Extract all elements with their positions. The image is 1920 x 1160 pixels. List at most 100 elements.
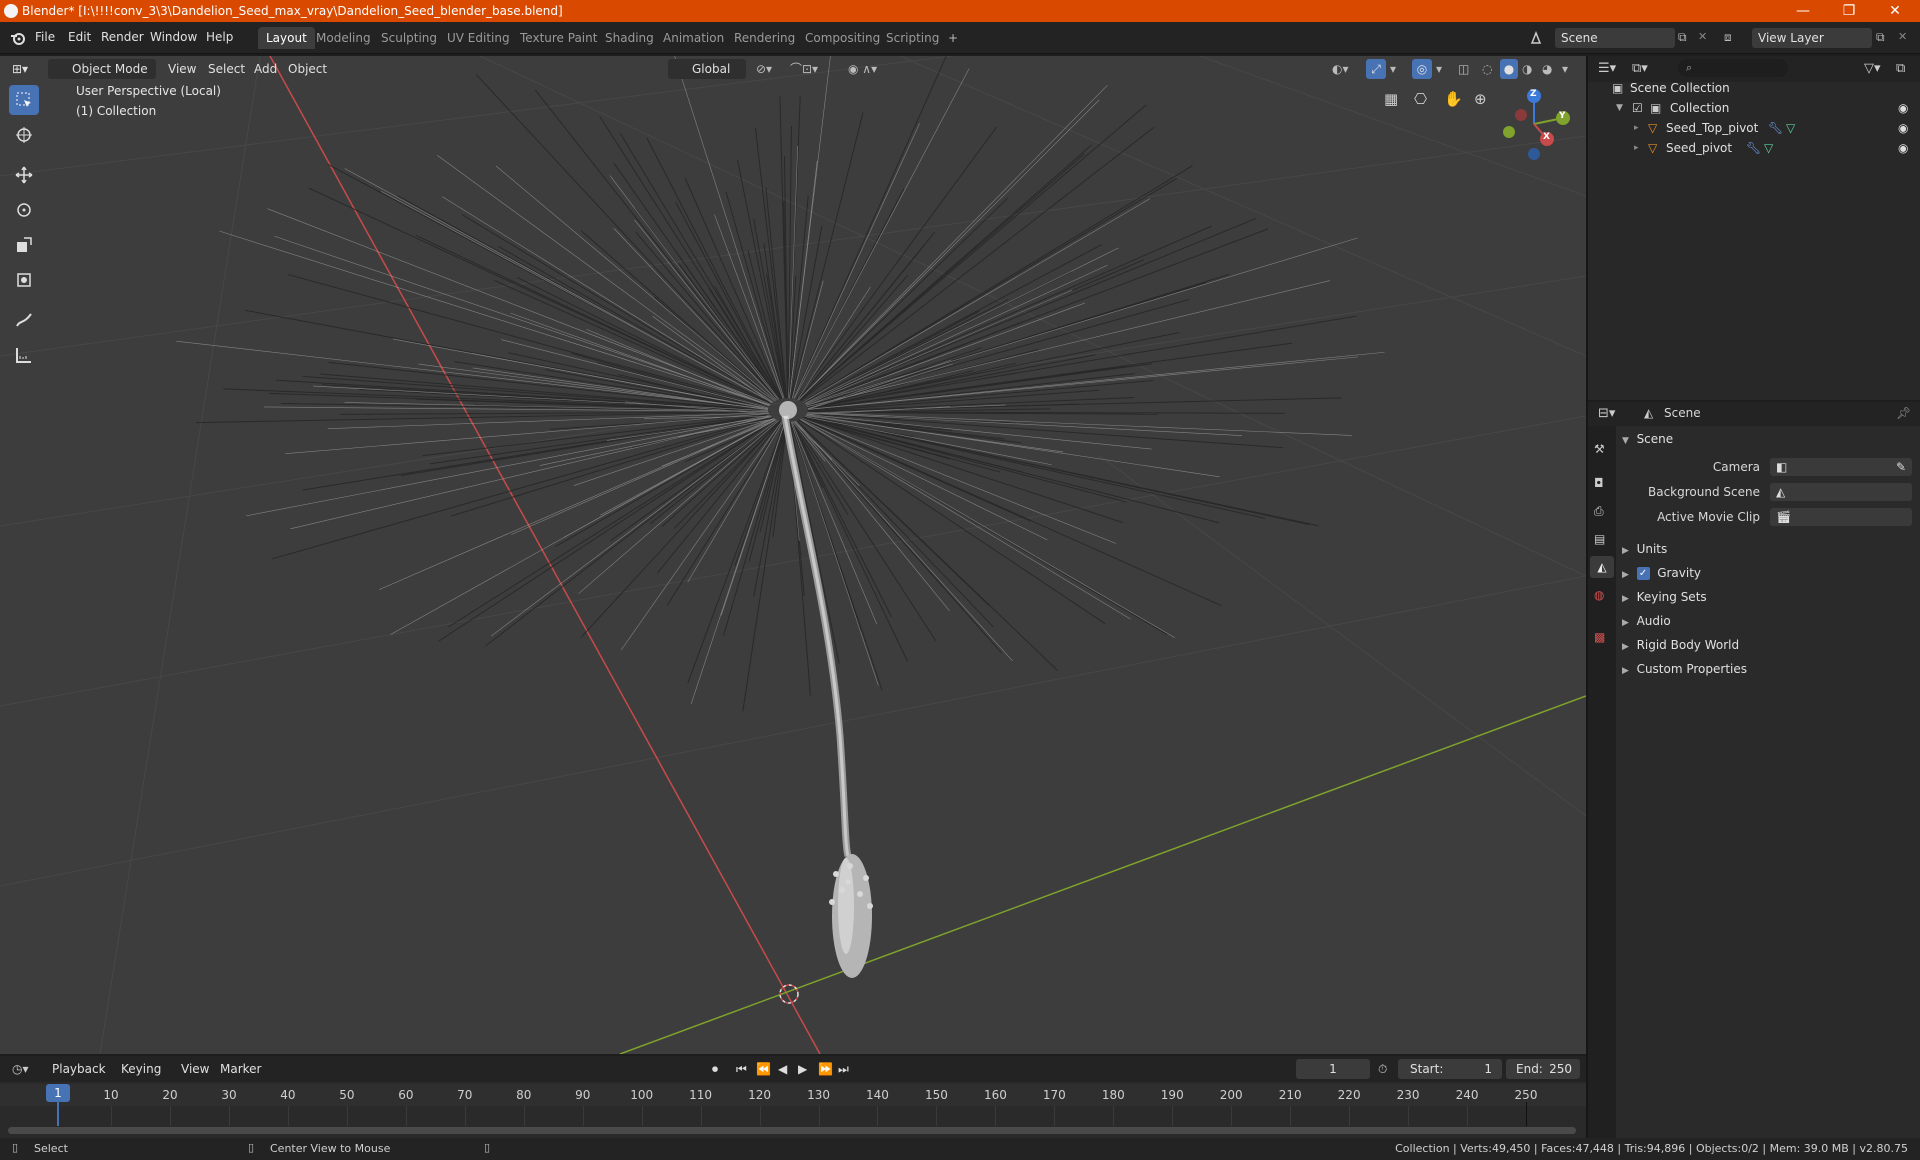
pin-icon[interactable]: 📌︎ <box>1896 406 1911 420</box>
overlays-dropdown-icon[interactable]: ▾ <box>1436 59 1442 79</box>
seed-top-visibility-icon[interactable]: ◉ <box>1898 118 1908 138</box>
outliner-search-input[interactable] <box>1678 59 1788 77</box>
viewport-menu-view[interactable]: View <box>168 59 196 79</box>
material-shading-icon[interactable]: ◑ <box>1522 59 1532 79</box>
menu-help[interactable]: Help <box>206 30 233 44</box>
menu-edit[interactable]: Edit <box>68 30 91 44</box>
seed-expand-icon[interactable]: ▸ <box>1634 138 1639 158</box>
tab-compositing[interactable]: Compositing <box>797 27 888 49</box>
proportional-edit-icon[interactable]: ◉ ∧▾ <box>848 59 877 79</box>
seed-top-expand-icon[interactable]: ▸ <box>1634 118 1639 138</box>
annotate-tool[interactable] <box>9 305 39 335</box>
view-layer-icon[interactable]: ⧈ <box>1724 30 1732 45</box>
menu-file[interactable]: File <box>35 30 55 44</box>
camera-field[interactable] <box>1770 458 1912 476</box>
outliner-seed-top-pivot[interactable]: Seed_Top_pivot <box>1666 118 1758 138</box>
display-mode-icon[interactable]: ⧉▾ <box>1632 61 1648 76</box>
outliner-editor-icon[interactable]: ☰▾ <box>1598 61 1616 76</box>
collection-expand-icon[interactable]: ▼ <box>1616 98 1623 118</box>
scene-panel-toggle[interactable]: ▼ Scene <box>1622 428 1673 450</box>
rotate-tool[interactable] <box>9 195 39 225</box>
seed-visibility-icon[interactable]: ◉ <box>1898 138 1908 158</box>
output-tab-icon[interactable]: ⎙ <box>1594 504 1604 519</box>
xray-icon[interactable]: ◫ <box>1458 59 1469 79</box>
tab-sculpting[interactable]: Sculpting <box>373 27 445 49</box>
tab-modeling[interactable]: Modeling <box>308 27 379 49</box>
scale-tool[interactable] <box>9 230 39 260</box>
start-frame-field[interactable]: Start: 1 <box>1398 1059 1502 1079</box>
end-frame-field[interactable]: End: 250 <box>1506 1059 1580 1079</box>
new-view-layer-icon[interactable]: ⧉ <box>1876 30 1885 45</box>
view-layer-tab-icon[interactable]: ▤ <box>1594 532 1605 546</box>
camera-view-icon[interactable]: ⎔ <box>1414 90 1427 108</box>
texture-tab-icon[interactable]: ▩ <box>1594 630 1605 644</box>
axis-gizmo[interactable]: Z Y X <box>1494 84 1574 164</box>
timeline-menu-marker[interactable]: Marker <box>220 1059 261 1079</box>
new-scene-icon[interactable]: ⧉ <box>1678 30 1687 45</box>
world-tab-icon[interactable]: ◍ <box>1594 588 1604 602</box>
solid-shading-icon[interactable]: ● <box>1500 59 1518 79</box>
blender-menu-icon[interactable] <box>10 30 26 46</box>
visibility-icon[interactable]: ◐▾ <box>1332 59 1349 79</box>
toggle-grid-icon[interactable]: ▦ <box>1384 90 1398 108</box>
timeline-editor-icon[interactable]: ◷▾ <box>12 1059 29 1079</box>
jump-start-button[interactable]: ⏮ <box>736 1059 747 1079</box>
cursor-tool[interactable] <box>9 120 39 150</box>
measure-tool[interactable] <box>9 340 39 370</box>
outliner-scene-collection[interactable]: Scene Collection <box>1630 78 1730 98</box>
timeline-menu-keying[interactable]: Keying <box>121 1059 161 1079</box>
filter-icon[interactable]: ▽▾ <box>1864 61 1881 76</box>
zoom-view-icon[interactable]: ⊕ <box>1474 90 1487 108</box>
rigid-body-world-section[interactable]: ▶ Rigid Body World <box>1622 634 1739 656</box>
tab-rendering[interactable]: Rendering <box>726 27 803 49</box>
eyedropper-icon[interactable]: ✎ <box>1896 456 1906 478</box>
preview-range-icon[interactable]: ⏱ <box>1378 1059 1387 1079</box>
gravity-section[interactable]: ▶ ✓ Gravity <box>1622 562 1701 584</box>
3d-viewport[interactable] <box>0 56 1586 1054</box>
background-scene-field[interactable] <box>1770 483 1912 501</box>
pan-view-icon[interactable]: ✋ <box>1444 90 1463 108</box>
outliner-seed-pivot[interactable]: Seed_pivot <box>1666 138 1732 158</box>
collection-visibility-icon[interactable]: ◉ <box>1898 98 1908 118</box>
properties-editor-icon[interactable]: ⊟▾ <box>1598 406 1615 421</box>
add-workspace-button[interactable]: + <box>940 27 966 49</box>
tab-shading[interactable]: Shading <box>597 27 662 49</box>
menu-render[interactable]: Render <box>101 30 144 44</box>
timeline-scrollbar[interactable] <box>8 1127 1576 1134</box>
record-button[interactable]: ⏺ <box>712 1059 718 1079</box>
shading-dropdown-icon[interactable]: ▾ <box>1562 59 1568 79</box>
play-reverse-button[interactable]: ◀ <box>778 1059 787 1079</box>
transform-tool[interactable] <box>9 265 39 295</box>
tab-animation[interactable]: Animation <box>655 27 732 49</box>
pivot-icon[interactable]: ⊘▾ <box>756 59 772 79</box>
editor-type-icon[interactable]: ⊞▾ <box>12 59 38 79</box>
delete-view-layer-icon[interactable]: ✕ <box>1898 30 1907 43</box>
audio-section[interactable]: ▶ Audio <box>1622 610 1671 632</box>
units-section[interactable]: ▶ Units <box>1622 538 1667 560</box>
gizmo-toggle-icon[interactable]: ⤢ <box>1366 59 1386 79</box>
prev-keyframe-button[interactable]: ⏪ <box>756 1059 771 1079</box>
rendered-shading-icon[interactable]: ◕ <box>1542 59 1552 79</box>
move-tool[interactable] <box>9 160 39 190</box>
tab-uv-editing[interactable]: UV Editing <box>439 27 518 49</box>
active-movie-clip-field[interactable] <box>1770 508 1912 526</box>
gravity-checkbox[interactable]: ✓ <box>1636 567 1650 580</box>
scene-tab-icon[interactable]: ◭ <box>1590 556 1614 578</box>
keying-sets-section[interactable]: ▶ Keying Sets <box>1622 586 1707 608</box>
delete-scene-icon[interactable]: ✕ <box>1698 30 1707 43</box>
view-layer-field[interactable]: View Layer <box>1752 28 1872 48</box>
gizmo-dropdown-icon[interactable]: ▾ <box>1390 59 1396 79</box>
mode-dropdown[interactable]: Object Mode <box>48 59 156 79</box>
jump-end-button[interactable]: ⏭ <box>838 1059 849 1079</box>
tab-layout[interactable]: Layout <box>258 27 315 49</box>
tab-texture-paint[interactable]: Texture Paint <box>512 27 605 49</box>
minimize-button[interactable]: — <box>1780 0 1826 22</box>
overlays-toggle-icon[interactable]: ◎ <box>1412 59 1432 79</box>
close-button[interactable]: ✕ <box>1872 0 1918 22</box>
current-frame-field[interactable]: 1 <box>1296 1059 1370 1079</box>
snap-icon[interactable]: ⌒⊡▾ <box>790 59 818 79</box>
tool-tab-icon[interactable]: ⚒ <box>1594 442 1605 456</box>
new-collection-icon[interactable]: ⧉ <box>1896 61 1905 76</box>
viewport-menu-select[interactable]: Select <box>208 59 245 79</box>
custom-properties-section[interactable]: ▶ Custom Properties <box>1622 658 1747 680</box>
